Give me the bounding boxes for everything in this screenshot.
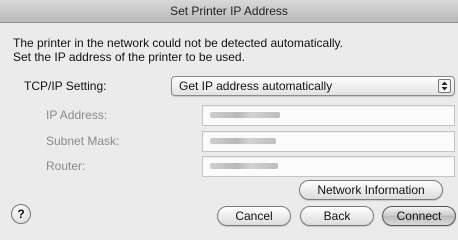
tcpip-setting-value: Get IP address automatically <box>179 79 333 93</box>
network-information-button[interactable]: Network Information <box>299 180 443 200</box>
cancel-button[interactable]: Cancel <box>217 206 291 226</box>
router-value-obscured <box>210 163 278 169</box>
message-line-2: Set the IP address of the printer to be … <box>13 50 245 64</box>
subnet-mask-label: Subnet Mask: <box>46 134 120 148</box>
instruction-message: The printer in the network could not be … <box>13 36 453 64</box>
message-line-1: The printer in the network could not be … <box>13 36 343 50</box>
window-title: Set Printer IP Address <box>170 4 288 18</box>
ip-address-field[interactable] <box>202 105 455 126</box>
up-down-arrows-icon <box>438 79 451 93</box>
back-button[interactable]: Back <box>300 206 374 226</box>
help-button[interactable]: ? <box>11 204 31 224</box>
ip-address-label: IP Address: <box>46 108 108 122</box>
ip-address-value-obscured <box>210 112 280 118</box>
router-field[interactable] <box>202 156 455 177</box>
connect-button[interactable]: Connect <box>382 206 456 226</box>
tcpip-setting-label: TCP/IP Setting: <box>24 79 107 93</box>
tcpip-setting-select[interactable]: Get IP address automatically <box>171 76 455 96</box>
router-label: Router: <box>46 159 86 173</box>
subnet-mask-value-obscured <box>210 138 276 144</box>
subnet-mask-field[interactable] <box>202 131 455 152</box>
window-title-bar: Set Printer IP Address <box>0 0 458 23</box>
